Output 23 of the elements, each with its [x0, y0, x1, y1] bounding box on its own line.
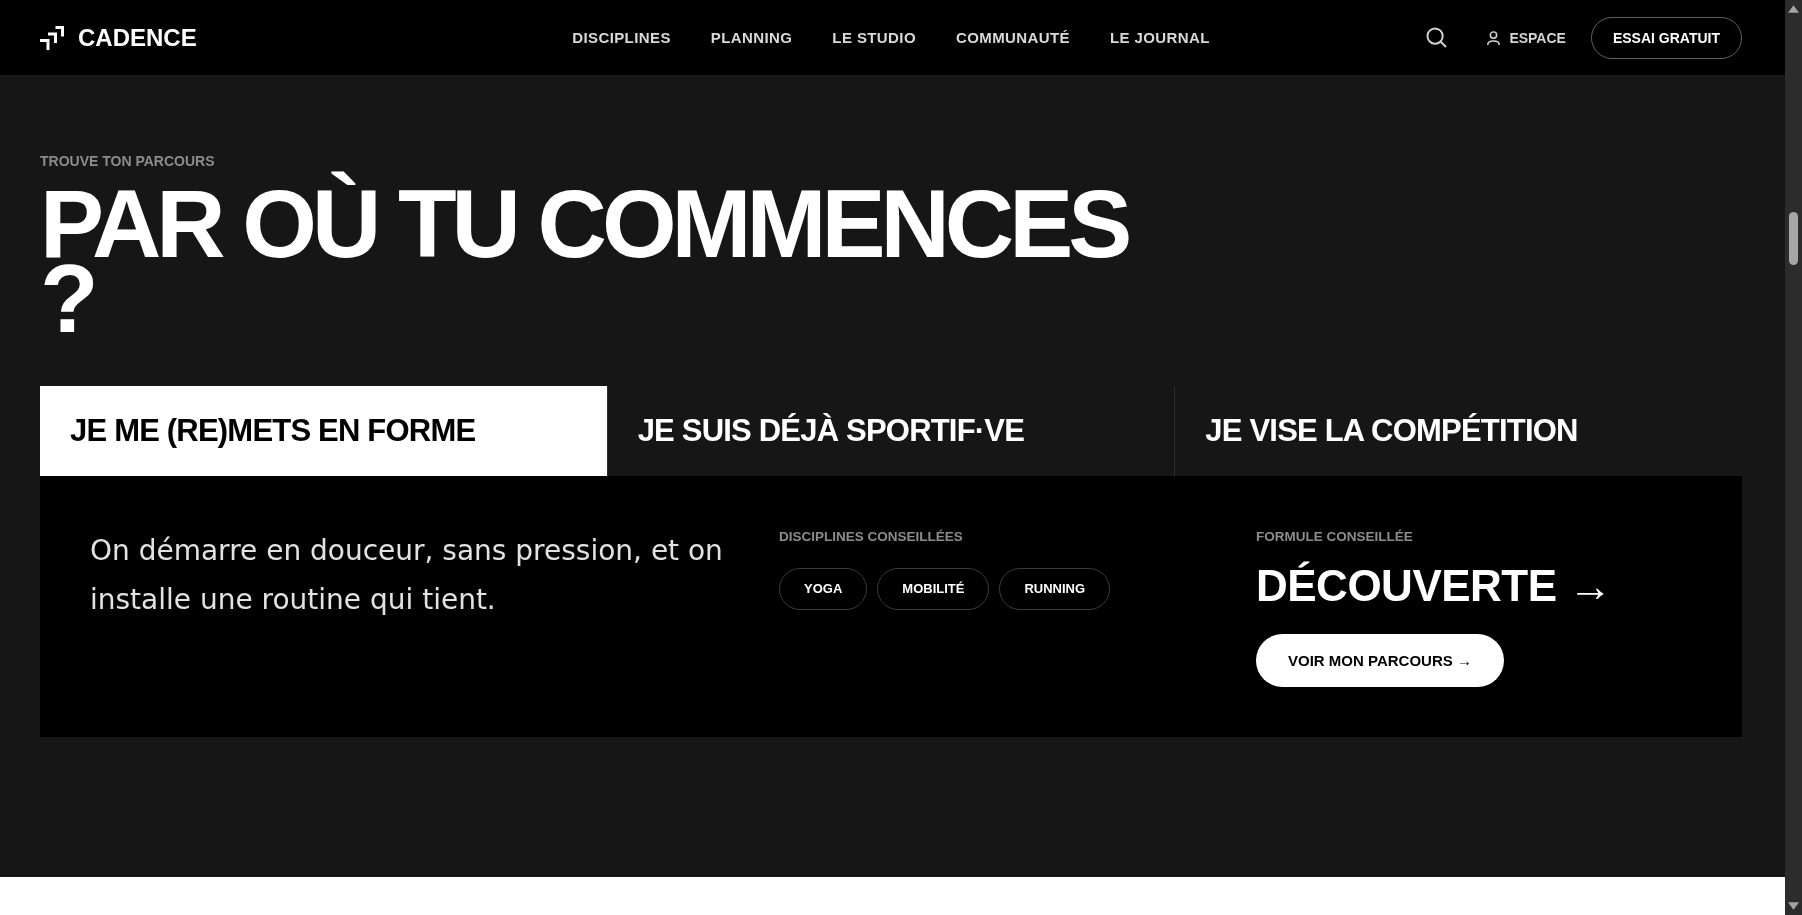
scrollbar[interactable]	[1785, 0, 1802, 915]
logo-icon	[40, 25, 64, 50]
nav-link[interactable]: LE STUDIO	[832, 29, 916, 46]
account-link[interactable]: ESPACE	[1487, 29, 1566, 46]
scroll-down-arrow-icon[interactable]	[1788, 902, 1799, 910]
nav-link[interactable]: PLANNING	[710, 29, 793, 46]
disciplines-label: DISCIPLINES CONSEILLÉES	[779, 528, 963, 545]
tab[interactable]: JE ME (RE)METS EN FORME	[40, 385, 607, 476]
scrollbar-thumb[interactable]	[1789, 212, 1798, 265]
nav-link[interactable]: LE JOURNAL	[1109, 29, 1210, 46]
scroll-up-arrow-icon[interactable]	[1788, 5, 1799, 13]
formula-name: DÉCOUVERTE →	[1256, 561, 1612, 610]
logo-link[interactable]: CADENCE	[40, 23, 197, 52]
search-icon[interactable]	[1426, 27, 1448, 48]
panel-description: On démarre en douceur, sans pression, et on installe une routine qui tient.	[90, 532, 724, 618]
path-button[interactable]: VOIR MON PARCOURS →	[1256, 633, 1504, 687]
page-heading: PAR OÙ TU COMMENCES ?	[40, 169, 1129, 337]
nav-link[interactable]: DISCIPLINES	[572, 29, 671, 46]
formula-label: FORMULE CONSEILLÉE	[1256, 528, 1413, 545]
nav-link[interactable]: COMMUNAUTÉ	[955, 29, 1070, 46]
free-trial-button[interactable]: ESSAI GRATUIT	[1590, 16, 1742, 59]
section-eyebrow: TROUVE TON PARCOURS	[40, 153, 216, 169]
user-icon	[1487, 30, 1501, 45]
